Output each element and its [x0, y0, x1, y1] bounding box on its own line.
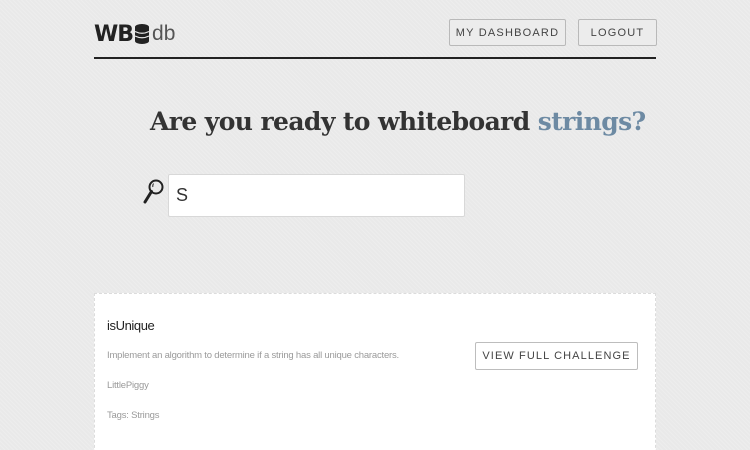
challenge-tags: Tags: Strings [107, 410, 160, 421]
my-dashboard-button[interactable]: MY DASHBOARD [449, 19, 566, 46]
logout-button[interactable]: LOGOUT [578, 19, 657, 46]
logo-prefix: WB [94, 21, 134, 47]
search-input[interactable] [168, 174, 465, 217]
page-headline: Are you ready to whiteboard strings? [150, 107, 646, 136]
headline-prefix: Are you ready to whiteboard [150, 107, 538, 136]
search-icon [143, 179, 165, 205]
challenge-author: LittlePiggy [107, 380, 149, 391]
headline-topic: strings? [537, 107, 646, 136]
challenge-description: Implement an algorithm to determine if a… [107, 350, 399, 361]
logo[interactable]: WB db [94, 19, 175, 49]
database-icon [134, 23, 150, 45]
logo-suffix: db [152, 22, 176, 45]
challenge-card: isUnique Implement an algorithm to deter… [94, 293, 656, 450]
challenge-title[interactable]: isUnique [107, 318, 155, 333]
site-header: WB db MY DASHBOARD LOGOUT [94, 0, 657, 59]
view-full-challenge-button[interactable]: VIEW FULL CHALLENGE [475, 342, 638, 370]
